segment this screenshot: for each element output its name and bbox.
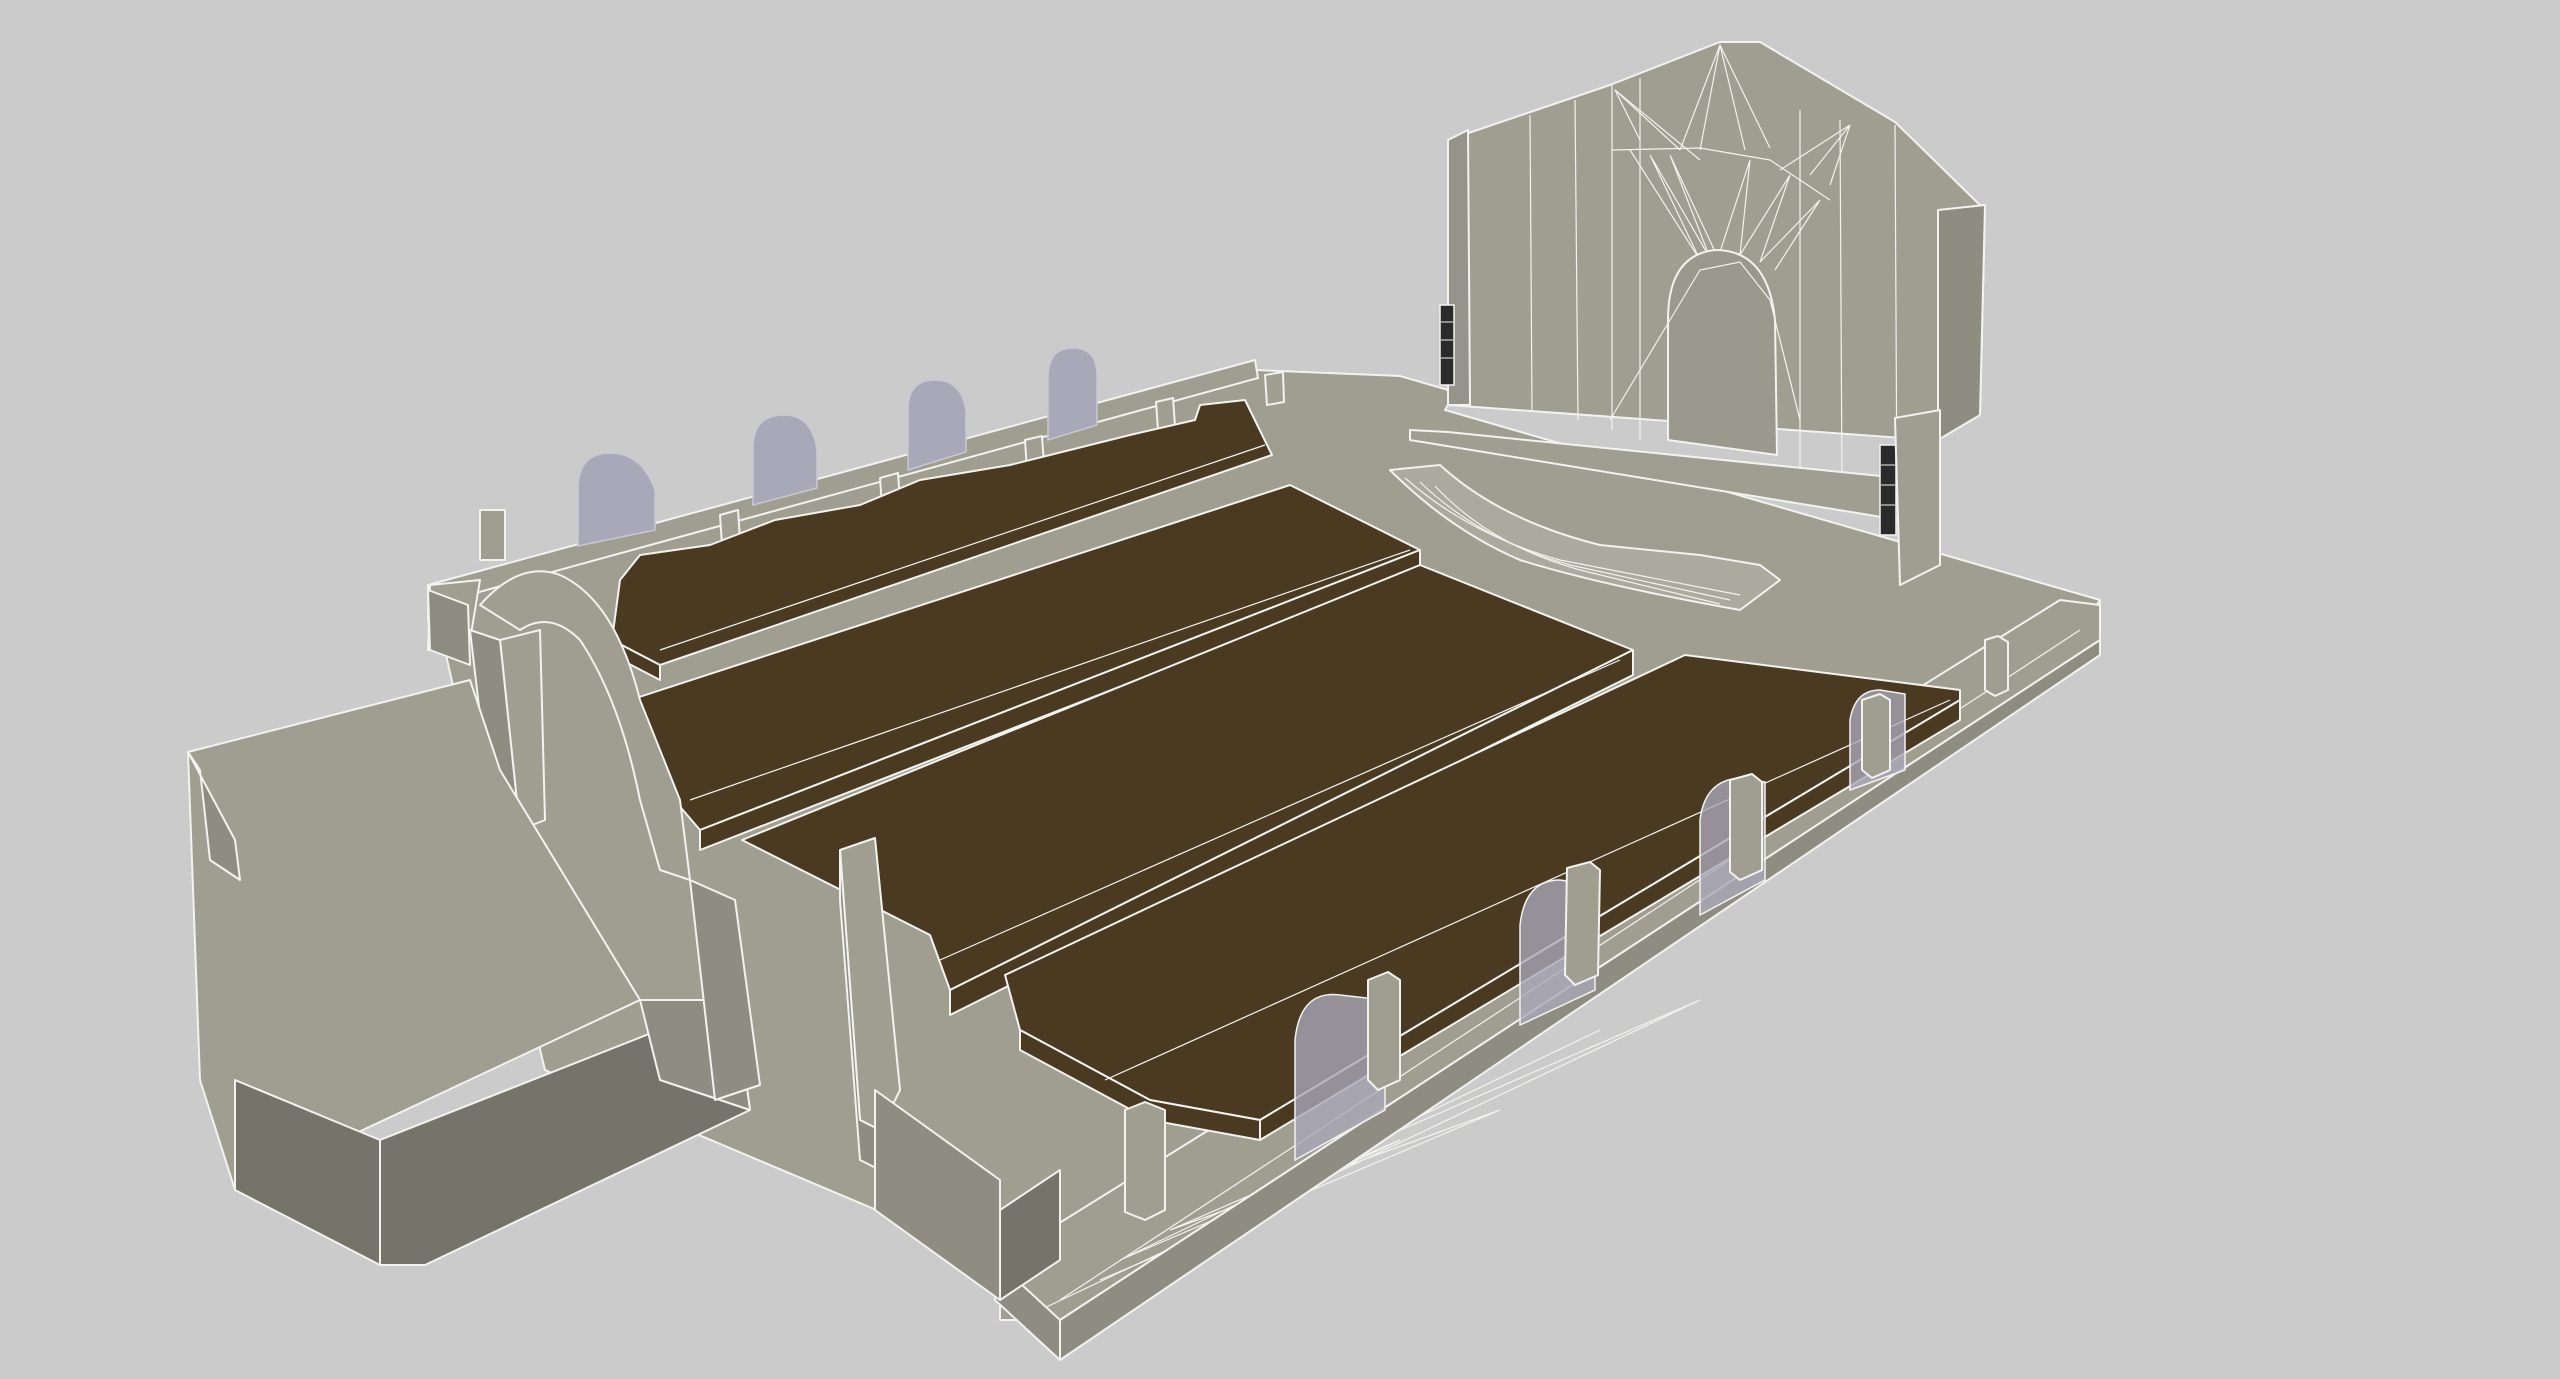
model-viewport[interactable] <box>0 0 2560 1379</box>
auditorium-model <box>187 41 2101 1361</box>
speaker-array-icon <box>1439 304 1455 386</box>
arched-window-icon <box>1699 773 1766 917</box>
arched-window-icon <box>1047 347 1098 442</box>
speaker-array-icon <box>1879 444 1897 536</box>
arched-window-icon <box>577 452 656 547</box>
